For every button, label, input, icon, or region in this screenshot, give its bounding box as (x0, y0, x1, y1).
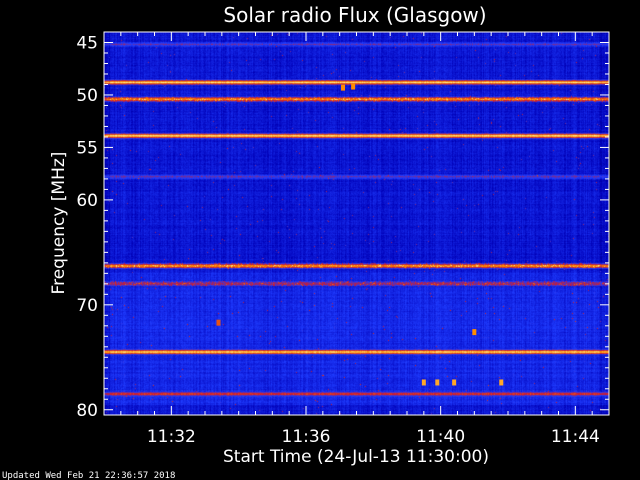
burst-mark (351, 83, 356, 90)
y-tick-label: 55 (76, 138, 98, 158)
y-tick-label: 80 (76, 401, 98, 421)
burst-mark (341, 84, 346, 91)
spectrogram-image (104, 32, 609, 415)
updated-timestamp: Updated Wed Feb 21 22:36:57 2018 (2, 471, 175, 480)
y-tick-label: 60 (76, 191, 98, 211)
x-tick-label: 11:36 (282, 427, 331, 447)
burst-mark (499, 379, 504, 386)
plot-area (103, 31, 610, 416)
chart-title: Solar radio Flux (Glasgow) (223, 3, 486, 27)
x-tick-label: 11:32 (147, 427, 196, 447)
y-axis-label: Frequency [MHz] (49, 152, 69, 295)
burst-mark (216, 319, 221, 326)
burst-mark (421, 379, 426, 386)
y-tick-label: 70 (76, 296, 98, 316)
x-tick-label: 11:44 (551, 427, 600, 447)
burst-mark (435, 379, 440, 386)
x-tick-label: 11:40 (416, 427, 465, 447)
y-tick-label: 50 (76, 86, 98, 106)
burst-mark (472, 329, 477, 336)
burst-mark (452, 379, 457, 386)
spectrogram-figure: Solar radio Flux (Glasgow) 11:32 11:36 11:… (0, 0, 640, 480)
x-axis-label: Start Time (24-Jul-13 11:30:00) (223, 447, 489, 467)
y-tick-label: 45 (76, 33, 98, 53)
